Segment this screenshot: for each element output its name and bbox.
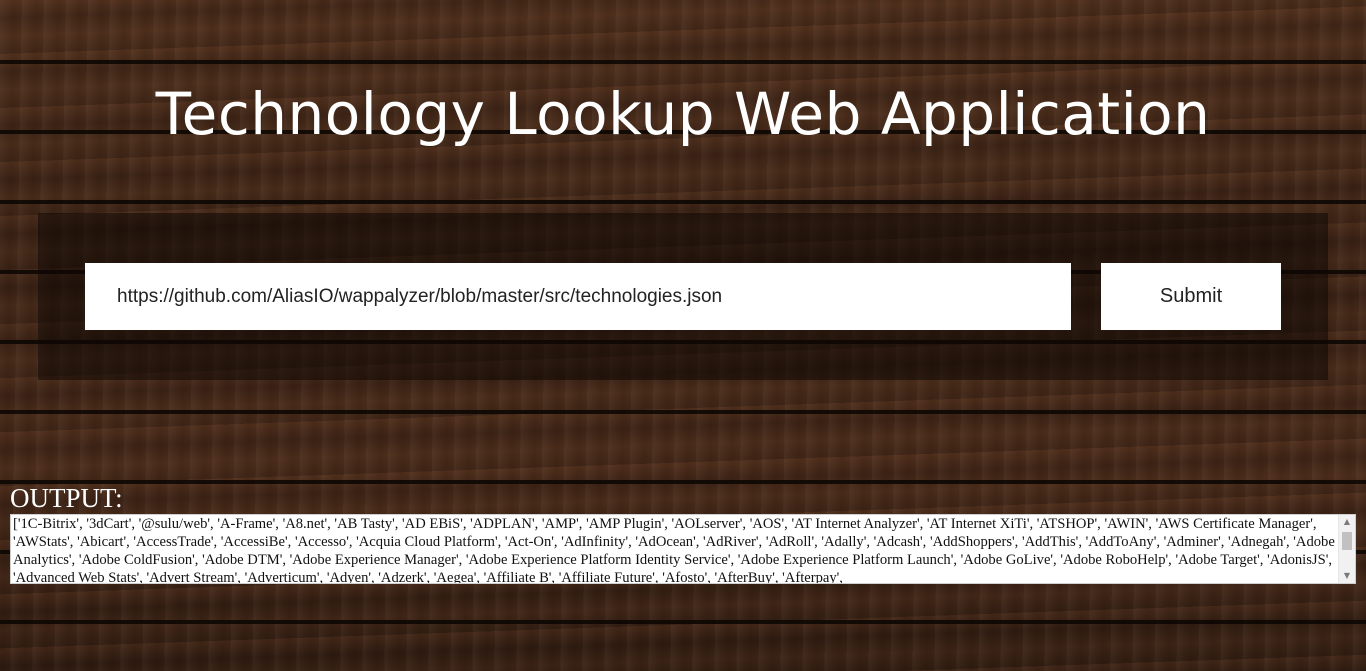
url-input[interactable] bbox=[85, 263, 1071, 330]
output-scrollbar[interactable]: ▲ ▼ bbox=[1338, 515, 1355, 583]
output-label: OUTPUT: bbox=[10, 483, 123, 513]
page-title: Technology Lookup Web Application bbox=[155, 80, 1211, 148]
lookup-form-panel: Submit bbox=[38, 213, 1328, 380]
submit-button[interactable]: Submit bbox=[1101, 263, 1281, 330]
scroll-thumb[interactable] bbox=[1342, 532, 1352, 550]
output-text: ['1C-Bitrix', '3dCart', '@sulu/web', 'A-… bbox=[13, 516, 1335, 583]
scroll-down-arrow-icon[interactable]: ▼ bbox=[1339, 569, 1355, 583]
scroll-up-arrow-icon[interactable]: ▲ bbox=[1339, 515, 1355, 529]
output-textarea[interactable]: ['1C-Bitrix', '3dCart', '@sulu/web', 'A-… bbox=[10, 514, 1356, 584]
